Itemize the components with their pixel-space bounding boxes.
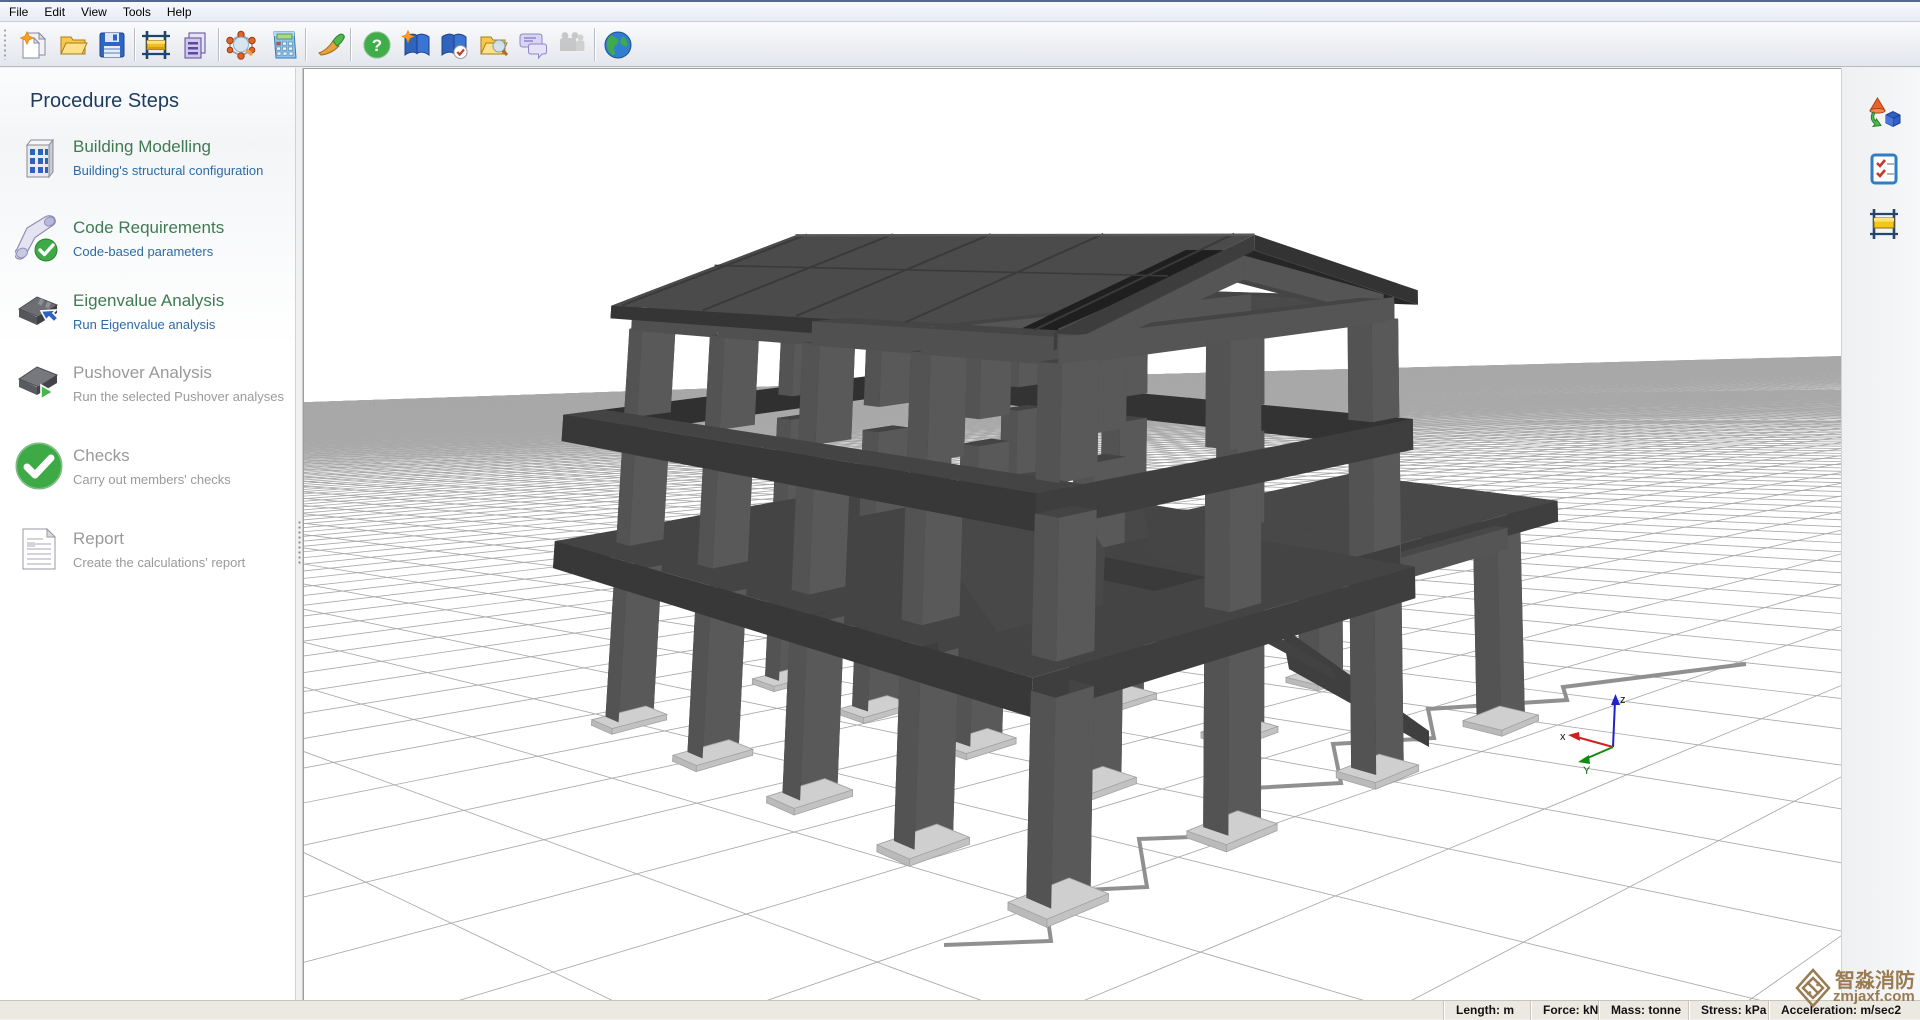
svg-text:?: ? [372, 36, 382, 55]
svg-text:z: z [1620, 694, 1626, 706]
svg-text:Y: Y [1583, 765, 1591, 777]
svg-text:x: x [1560, 731, 1566, 743]
